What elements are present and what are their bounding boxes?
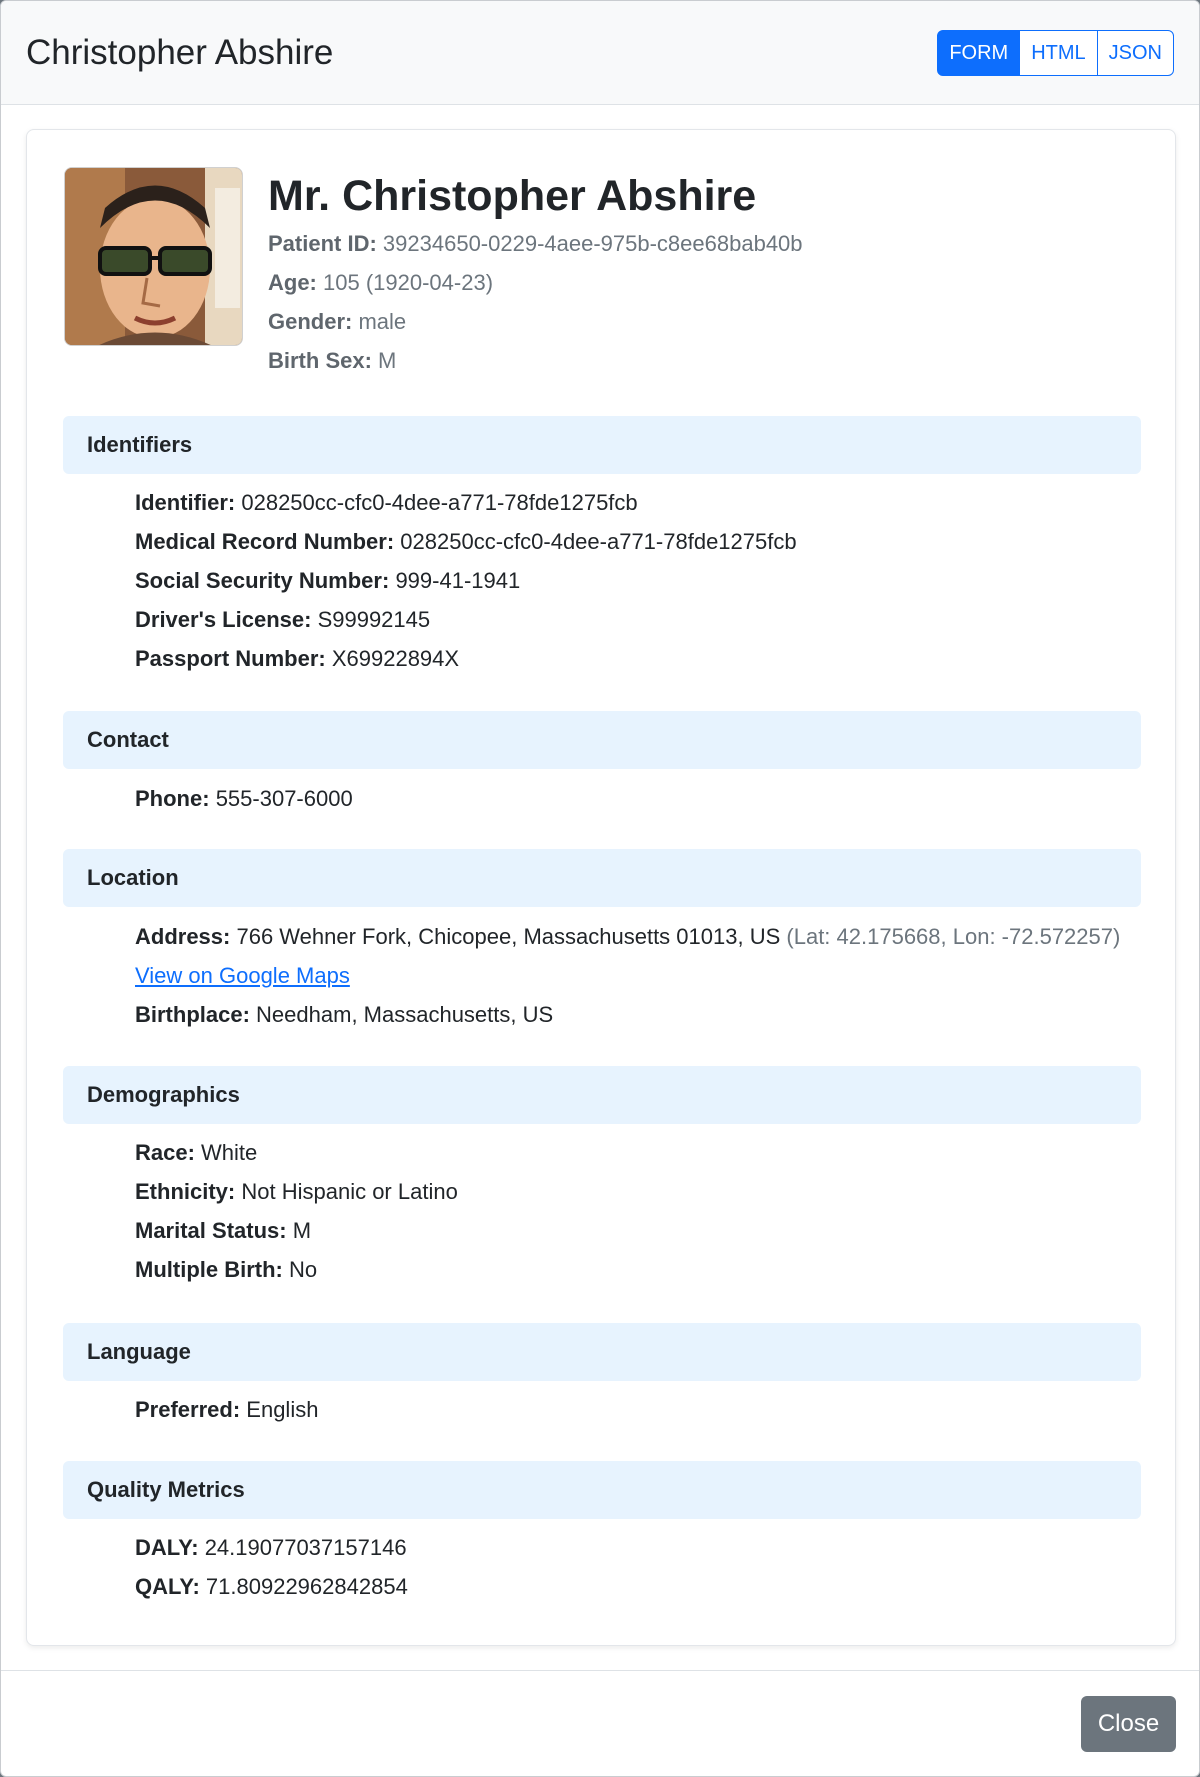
patient-modal: Christopher Abshire FORM HTML JSON Mr. C…	[0, 0, 1200, 1777]
field-value: S99992145	[317, 607, 431, 632]
address-row: Address: 766 Wehner Fork, Chicopee, Mass…	[135, 917, 1120, 956]
field-value: 999-41-1941	[395, 568, 521, 593]
field-label: DALY:	[135, 1535, 199, 1560]
marital-status-row: Marital Status: M	[135, 1211, 458, 1250]
language-list: Preferred: English	[135, 1390, 318, 1429]
field-value: 028250cc-cfc0-4dee-a771-78fde1275fcb	[241, 490, 638, 515]
section-identifiers: Identifiers	[63, 416, 1141, 474]
field-label: Address:	[135, 924, 231, 949]
field-value: Not Hispanic or Latino	[241, 1179, 458, 1204]
gender-value: male	[358, 309, 407, 334]
avatar	[64, 167, 243, 346]
field-value: 24.19077037157146	[204, 1535, 407, 1560]
field-value: English	[246, 1397, 319, 1422]
gender-label: Gender:	[268, 309, 353, 334]
ssn-row: Social Security Number: 999-41-1941	[135, 561, 797, 600]
field-value: X69922894X	[331, 646, 460, 671]
close-button[interactable]: Close	[1081, 1696, 1176, 1752]
field-label: QALY:	[135, 1574, 200, 1599]
modal-title: Christopher Abshire	[26, 33, 334, 72]
field-label: Race:	[135, 1140, 195, 1165]
mrn-row: Medical Record Number: 028250cc-cfc0-4de…	[135, 522, 797, 561]
field-value: 028250cc-cfc0-4dee-a771-78fde1275fcb	[400, 529, 797, 554]
patient-photo-icon	[65, 168, 242, 345]
address-value: 766 Wehner Fork, Chicopee, Massachusetts…	[236, 924, 781, 949]
patient-id-value: 39234650-0229-4aee-975b-c8ee68bab40b	[382, 231, 803, 256]
birth-sex-label: Birth Sex:	[268, 348, 372, 373]
field-label: Passport Number:	[135, 646, 326, 671]
field-label: Identifier:	[135, 490, 236, 515]
field-label: Medical Record Number:	[135, 529, 395, 554]
qaly-row: QALY: 71.80922962842854	[135, 1567, 408, 1606]
field-label: Ethnicity:	[135, 1179, 236, 1204]
gender-line: Gender: male	[268, 302, 803, 341]
modal-header: Christopher Abshire FORM HTML JSON	[1, 1, 1199, 105]
field-value: White	[201, 1140, 258, 1165]
birth-sex-value: M	[378, 348, 397, 373]
maps-row: View on Google Maps	[135, 956, 1120, 995]
patient-name: Mr. Christopher Abshire	[268, 172, 757, 220]
google-maps-link[interactable]: View on Google Maps	[135, 963, 350, 988]
identifier-row: Identifier: 028250cc-cfc0-4dee-a771-78fd…	[135, 483, 797, 522]
view-toggle: FORM HTML JSON	[937, 30, 1174, 76]
ethnicity-row: Ethnicity: Not Hispanic or Latino	[135, 1172, 458, 1211]
field-label: Phone:	[135, 786, 210, 811]
location-list: Address: 766 Wehner Fork, Chicopee, Mass…	[135, 917, 1120, 1034]
field-value: M	[292, 1218, 312, 1243]
passport-row: Passport Number: X69922894X	[135, 639, 797, 678]
phone-row: Phone: 555-307-6000	[135, 779, 353, 818]
field-label: Multiple Birth:	[135, 1257, 283, 1282]
birthplace-row: Birthplace: Needham, Massachusetts, US	[135, 995, 1120, 1034]
coordinates: (Lat: 42.175668, Lon: -72.572257)	[786, 924, 1121, 949]
birth-sex-line: Birth Sex: M	[268, 341, 803, 380]
field-label: Birthplace:	[135, 1002, 250, 1027]
race-row: Race: White	[135, 1133, 458, 1172]
multiple-birth-row: Multiple Birth: No	[135, 1250, 458, 1289]
section-location: Location	[63, 849, 1141, 907]
patient-card: Mr. Christopher Abshire Patient ID: 3923…	[26, 129, 1176, 1646]
demographics-list: Race: White Ethnicity: Not Hispanic or L…	[135, 1133, 458, 1289]
age-label: Age:	[268, 270, 317, 295]
tab-json[interactable]: JSON	[1096, 30, 1174, 76]
section-demographics: Demographics	[63, 1066, 1141, 1124]
identifiers-list: Identifier: 028250cc-cfc0-4dee-a771-78fd…	[135, 483, 797, 678]
field-value: Needham, Massachusetts, US	[256, 1002, 554, 1027]
patient-id-label: Patient ID:	[268, 231, 377, 256]
preferred-language-row: Preferred: English	[135, 1390, 318, 1429]
field-value: 555-307-6000	[215, 786, 353, 811]
quality-metrics-list: DALY: 24.19077037157146 QALY: 71.8092296…	[135, 1528, 408, 1606]
section-contact: Contact	[63, 711, 1141, 769]
field-label: Preferred:	[135, 1397, 241, 1422]
field-value: 71.80922962842854	[205, 1574, 408, 1599]
field-label: Marital Status:	[135, 1218, 287, 1243]
daly-row: DALY: 24.19077037157146	[135, 1528, 408, 1567]
patient-id-line: Patient ID: 39234650-0229-4aee-975b-c8ee…	[268, 224, 803, 263]
field-value: No	[289, 1257, 318, 1282]
patient-summary: Mr. Christopher Abshire Patient ID: 3923…	[268, 168, 803, 380]
section-language: Language	[63, 1323, 1141, 1381]
contact-list: Phone: 555-307-6000	[135, 779, 353, 818]
age-value: 105 (1920-04-23)	[323, 270, 494, 295]
tab-form[interactable]: FORM	[937, 30, 1021, 76]
section-quality-metrics: Quality Metrics	[63, 1461, 1141, 1519]
age-line: Age: 105 (1920-04-23)	[268, 263, 803, 302]
field-label: Driver's License:	[135, 607, 312, 632]
modal-footer: Close	[1, 1670, 1199, 1776]
tab-html[interactable]: HTML	[1019, 30, 1098, 76]
drivers-license-row: Driver's License: S99992145	[135, 600, 797, 639]
field-label: Social Security Number:	[135, 568, 390, 593]
